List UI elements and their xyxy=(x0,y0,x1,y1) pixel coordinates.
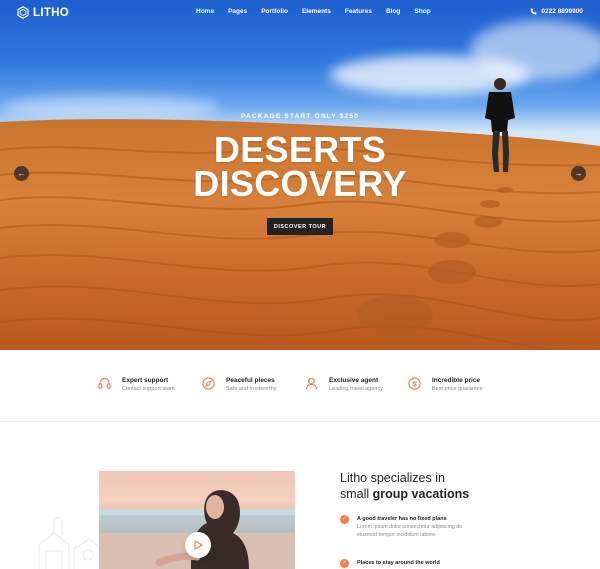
feature-exclusive-agent: Exclusive agent Leading travel agency xyxy=(304,376,383,394)
about-heading-line2: small group vacations xyxy=(340,486,540,502)
phone-link[interactable]: 0222 8899900 xyxy=(530,8,583,15)
menu-item-shop[interactable]: Shop xyxy=(414,8,430,15)
phone-number: 0222 8899900 xyxy=(541,8,583,15)
brand-logo[interactable]: LITHO xyxy=(17,6,69,19)
feature-title: Exclusive agent xyxy=(329,377,379,384)
feature-subtitle: Contact support team xyxy=(122,386,175,392)
menu-item-features[interactable]: Features xyxy=(345,8,372,15)
feature-incredible-price: $ Incredible price Best price guarantee xyxy=(407,376,483,394)
phone-icon xyxy=(530,8,537,15)
menu-item-blog[interactable]: Blog xyxy=(386,8,400,15)
about-heading: Litho specializes in small group vacatio… xyxy=(340,470,540,502)
discover-tour-button[interactable]: DISCOVER TOUR xyxy=(267,218,333,235)
bullet-title: Places to stay around the world xyxy=(357,560,440,566)
play-icon xyxy=(193,540,203,550)
play-video-button[interactable] xyxy=(185,532,211,558)
main-menu: Home Pages Portfolio Elements Features B… xyxy=(196,8,445,15)
bullet-title: A good traveler has no fixed plans xyxy=(357,516,447,522)
feature-expert-support: Expert support Contact support team xyxy=(97,376,175,394)
menu-item-pages[interactable]: Pages xyxy=(228,8,247,15)
slider-next-button[interactable]: → xyxy=(571,166,586,181)
compass-icon xyxy=(202,377,215,390)
landmark-sketch xyxy=(38,516,103,569)
check-icon: ✓ xyxy=(340,515,349,524)
hero-banner: LITHO Home Pages Portfolio Elements Feat… xyxy=(0,0,600,350)
menu-item-home[interactable]: Home xyxy=(196,8,214,15)
check-icon: ✓ xyxy=(340,559,349,568)
about-heading-small: small xyxy=(340,487,370,501)
dollar-icon: $ xyxy=(408,377,421,390)
hero-title: DESERTS DISCOVERY xyxy=(0,129,600,204)
user-icon xyxy=(305,377,318,390)
feature-title: Incredible price xyxy=(432,377,481,384)
feature-subtitle: Safe and trustworthy xyxy=(226,386,277,392)
hero-title-line1: DESERTS xyxy=(213,129,387,170)
feature-title: Expert support xyxy=(122,377,169,384)
svg-text:$: $ xyxy=(412,379,417,388)
slider-prev-button[interactable]: ← xyxy=(14,166,29,181)
headset-icon xyxy=(98,377,111,389)
arrow-left-icon: ← xyxy=(17,169,26,178)
top-navbar: LITHO Home Pages Portfolio Elements Feat… xyxy=(0,0,600,28)
feature-subtitle: Best price guarantee xyxy=(432,386,483,392)
bullet-text: Lorem ipsum dolor consectetur adipiscing… xyxy=(357,524,463,538)
about-heading-bold: group vacations xyxy=(372,487,470,501)
about-heading-line1: Litho specializes in xyxy=(340,471,445,485)
feature-title: Peaceful pleces xyxy=(226,377,275,384)
about-bullet: ✓ A good traveler has no fixed plans Lor… xyxy=(340,515,467,539)
hero-kicker: PACKAGE START ONLY $250 xyxy=(240,113,360,120)
hexagon-logo-icon xyxy=(17,6,29,19)
arrow-right-icon: → xyxy=(574,169,583,178)
hero-title-line2: DISCOVERY xyxy=(193,163,407,204)
about-bullet: ✓ Places to stay around the world xyxy=(340,559,440,568)
brand-name: LITHO xyxy=(33,6,69,19)
menu-item-portfolio[interactable]: Portfolio xyxy=(261,8,288,15)
menu-item-elements[interactable]: Elements xyxy=(302,8,331,15)
feature-peaceful-places: Peaceful pleces Safe and trustworthy xyxy=(201,376,276,394)
feature-subtitle: Leading travel agency xyxy=(329,386,383,392)
features-strip: Expert support Contact support team Peac… xyxy=(0,350,600,422)
